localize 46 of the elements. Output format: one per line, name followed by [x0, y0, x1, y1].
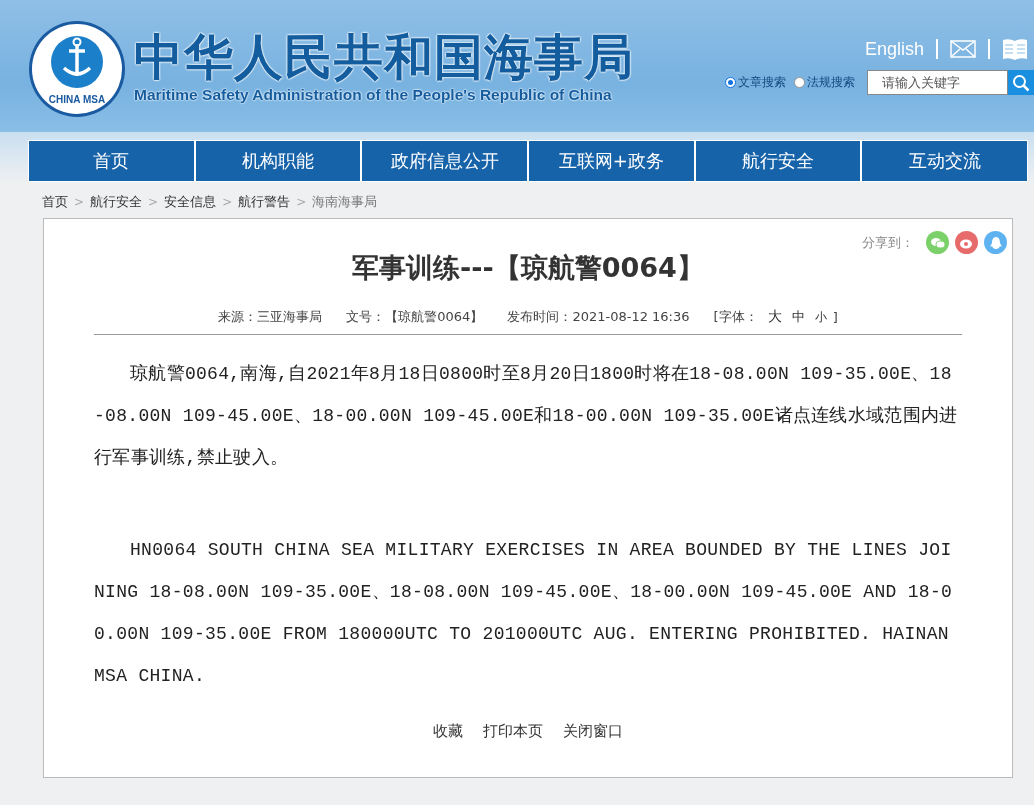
- breadcrumb-separator: >: [222, 195, 233, 209]
- search-icon: [1012, 73, 1030, 92]
- breadcrumb-link[interactable]: 航行安全: [90, 193, 143, 211]
- chat-bubbles-icon[interactable]: [926, 231, 949, 254]
- nav-item[interactable]: 首页: [29, 141, 194, 181]
- breadcrumb-link[interactable]: 首页: [42, 193, 68, 211]
- font-size-link[interactable]: 大: [767, 308, 782, 326]
- search-type-radio[interactable]: 文章搜索: [725, 74, 786, 91]
- breadcrumb-link[interactable]: 海南海事局: [312, 193, 378, 211]
- logo-icon: [28, 20, 126, 118]
- article-meta: 文号：【琼航警0064】: [346, 308, 484, 326]
- book-icon[interactable]: [1002, 38, 1028, 60]
- font-size-link[interactable]: 中: [791, 308, 805, 326]
- search-type-radio[interactable]: 法规搜索: [794, 74, 855, 91]
- nav-item[interactable]: 航行安全: [695, 141, 861, 181]
- breadcrumb-link[interactable]: 安全信息: [164, 193, 217, 211]
- nav-item[interactable]: 政府信息公开: [362, 141, 527, 181]
- radio-dot[interactable]: [794, 77, 805, 88]
- share-label: 分享到：: [862, 233, 914, 252]
- mail-icon[interactable]: [950, 40, 976, 58]
- penguin-icon[interactable]: [984, 231, 1007, 254]
- font-size-label: [字体：: [713, 308, 758, 326]
- article-paragraph: 琼航警0064,南海,自2021年8月18日0800时至8月20日1800时将在18-08.00N 109-35.00E、18-08.00N 109-45.00E、18-00.00N 109-45.00E和18-00.00N 109-35.00E诸点连线水域范围内进行军事训练,禁止驶入。: [94, 363, 959, 470]
- article-title: 军事训练---【琼航警0064】: [351, 251, 705, 285]
- breadcrumb-separator: >: [74, 195, 85, 209]
- nav-item[interactable]: 互联网+政务: [529, 141, 694, 181]
- breadcrumb-link[interactable]: 航行警告: [238, 193, 291, 211]
- site-subtitle: Maritime Safety Administration of the People's Republic of China: [134, 86, 613, 104]
- font-size-bracket: ]: [832, 309, 838, 325]
- article-meta: 来源：三亚海事局: [218, 308, 323, 326]
- font-size-link[interactable]: 小: [814, 308, 827, 326]
- nav-item[interactable]: 机构职能: [195, 141, 361, 181]
- article-meta: 发布时间：2021-08-12 16:36: [507, 308, 690, 326]
- article-action-link[interactable]: 关闭窗口: [563, 722, 623, 741]
- site-title: 中华人民共和国海事局: [134, 30, 634, 86]
- nav-item[interactable]: 互动交流: [862, 141, 1027, 181]
- article-paragraph: HN0064 SOUTH CHINA SEA MILITARY EXERCISES IN AREA BOUNDED BY THE LINES JOINING 18-08.00N 109-35.00E、18-08.00N 109-45.00E、18-00.00N 109-45.00E AND 18-00.00N 109-35.00E FROM 180000UTC TO 201000UTC AUG. ENTERING PROHIBITED. HAINAN MSA CHINA.: [94, 539, 954, 688]
- breadcrumb-separator: >: [296, 195, 307, 209]
- search-button[interactable]: [1008, 70, 1034, 95]
- breadcrumb-separator: >: [148, 195, 159, 209]
- eye-icon[interactable]: [955, 231, 978, 254]
- logo-text: CHINA MSA: [47, 94, 107, 105]
- radio-dot[interactable]: [725, 77, 736, 88]
- article-action-link[interactable]: 打印本页: [483, 722, 543, 741]
- article-action-link[interactable]: 收藏: [433, 722, 463, 741]
- search-field[interactable]: 请输入关键字: [867, 70, 1008, 95]
